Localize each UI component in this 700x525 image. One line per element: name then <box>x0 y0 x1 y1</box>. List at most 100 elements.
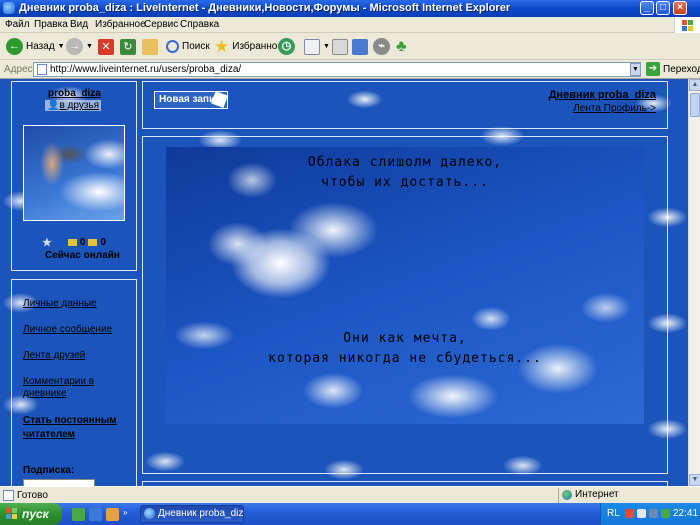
history-icon: ◷ <box>278 38 295 55</box>
forward-dropdown-icon[interactable]: ▼ <box>86 43 93 50</box>
discuss-button[interactable]: ⌁ <box>373 36 390 57</box>
profile-counters: ★ 0 0 <box>42 236 106 249</box>
quicklaunch-messenger-icon[interactable] <box>72 508 85 521</box>
star-icon: ★ <box>42 237 52 249</box>
zone-label: Интернет <box>575 489 619 500</box>
stop-button[interactable]: ✕ <box>98 36 114 57</box>
counter-a: 0 <box>79 237 86 248</box>
language-indicator[interactable]: RL <box>607 508 620 519</box>
link-private-message[interactable]: Личное сообщение <box>23 324 112 335</box>
discuss-icon: ⌁ <box>373 38 390 55</box>
tray-icon-2[interactable] <box>637 509 646 518</box>
poem-line-2: чтобы их достать... <box>321 175 489 190</box>
search-button[interactable]: Поиск <box>166 36 210 57</box>
forward-button[interactable]: → ▼ <box>66 36 93 57</box>
link-subscribe-line2[interactable]: читателем <box>23 429 75 440</box>
address-dropdown-icon[interactable]: ▼ <box>630 63 641 76</box>
taskbar-ie-window[interactable]: Дневник proba_diza ... <box>140 505 244 523</box>
link-friends-feed[interactable]: Лента друзей <box>23 350 85 361</box>
quicklaunch-ie-icon[interactable] <box>89 508 102 521</box>
back-button[interactable]: ← Назад ▼ <box>6 36 65 57</box>
minimize-button[interactable]: _ <box>640 1 654 15</box>
print-icon <box>332 38 348 55</box>
link-subscribe-line1[interactable]: Стать постоянным <box>23 415 117 426</box>
address-input[interactable]: http://www.liveinternet.ru/users/proba_d… <box>33 62 641 77</box>
scroll-thumb[interactable] <box>690 93 700 117</box>
poem-line-4: которая никогда не сбудеться... <box>268 351 542 366</box>
home-button[interactable] <box>142 36 158 57</box>
print-button[interactable] <box>332 36 348 57</box>
status-bar: Готово Интернет <box>0 486 700 503</box>
counter-b: 0 <box>100 237 106 248</box>
window-titlebar[interactable]: Дневник proba_diza : LiveInternet - Днев… <box>0 0 700 17</box>
avatar[interactable] <box>23 125 125 221</box>
favorites-button[interactable]: ★ Избранное <box>214 36 283 57</box>
mail-dropdown-icon[interactable]: ▼ <box>323 43 330 50</box>
quicklaunch-expand-icon[interactable]: » <box>123 508 129 521</box>
globe-icon <box>562 490 572 500</box>
ie-icon <box>3 2 15 14</box>
menu-bar: Файл Правка Вид Избранное Сервис Справка <box>0 17 700 33</box>
address-url: http://www.liveinternet.ru/users/proba_d… <box>50 64 242 75</box>
folder-icon <box>67 239 77 246</box>
menu-favorites[interactable]: Избранное <box>95 19 146 30</box>
refresh-icon: ↻ <box>120 38 136 55</box>
post-image: Облака слишолм далеко, чтобы их достать.… <box>166 147 644 424</box>
tray-icon-1[interactable] <box>625 509 634 518</box>
toolbar: ← Назад ▼ → ▼ ✕ ↻ Поиск ★ Избранное ◷ ▼ … <box>0 33 700 60</box>
close-button[interactable]: × <box>673 1 687 15</box>
windows-flag-icon <box>6 508 18 520</box>
page-status-icon <box>3 490 14 501</box>
home-icon <box>142 38 158 55</box>
menu-file[interactable]: Файл <box>5 19 30 30</box>
link-personal-data[interactable]: Личные данные <box>23 298 97 309</box>
security-zone: Интернет <box>558 488 688 503</box>
diary-title[interactable]: Дневник proba_diza <box>549 89 656 101</box>
edit-button[interactable] <box>352 36 368 57</box>
task-label: Дневник proba_diza ... <box>158 508 244 519</box>
address-label: Адрес: <box>4 64 36 75</box>
window-title: Дневник proba_diza : LiveInternet - Днев… <box>19 2 511 14</box>
username-link[interactable]: proba_diza <box>48 88 101 99</box>
menu-edit[interactable]: Правка <box>34 19 68 30</box>
forward-arrow-icon: → <box>66 38 83 55</box>
new-post-button[interactable]: Новая запись <box>154 91 228 109</box>
address-bar: Адрес: http://www.liveinternet.ru/users/… <box>0 60 700 79</box>
online-status: Сейчас онлайн <box>45 250 120 261</box>
mail-icon <box>304 38 320 55</box>
maximize-button[interactable]: □ <box>656 1 670 15</box>
mail-button[interactable]: ▼ <box>304 36 330 57</box>
star-icon: ★ <box>214 37 230 56</box>
scroll-up-icon[interactable]: ▲ <box>689 79 700 91</box>
vertical-scrollbar[interactable]: ▲ ▼ <box>688 79 700 486</box>
diary-header-links[interactable]: Лента Профиль-> <box>573 103 656 114</box>
go-button[interactable]: ➔ Переход <box>646 62 700 76</box>
subscription-select[interactable] <box>23 479 95 486</box>
menu-view[interactable]: Вид <box>70 19 88 30</box>
history-button[interactable]: ◷ <box>278 36 295 57</box>
menu-help[interactable]: Справка <box>180 19 219 30</box>
stop-icon: ✕ <box>98 38 114 55</box>
back-label: Назад <box>26 41 55 52</box>
add-friend-link[interactable]: 👤в друзья <box>45 100 102 111</box>
scroll-down-icon[interactable]: ▼ <box>689 474 700 486</box>
tray-icon-4[interactable] <box>661 509 670 518</box>
folder-icon <box>88 239 98 246</box>
search-label: Поиск <box>182 41 210 52</box>
messenger-button[interactable]: ♣ <box>396 36 407 57</box>
volume-icon[interactable] <box>649 509 658 518</box>
start-button[interactable]: пуск <box>0 503 62 525</box>
user-icon: 👤 <box>47 100 60 111</box>
poem-line-3: Они как мечта, <box>343 331 467 346</box>
refresh-button[interactable]: ↻ <box>120 36 136 57</box>
quicklaunch-media-icon[interactable] <box>106 508 119 521</box>
link-comments[interactable]: Комментарии в дневнике <box>23 376 123 400</box>
page-icon <box>37 64 47 75</box>
ie-icon <box>144 508 155 519</box>
system-tray: RL 22:41 <box>600 503 700 525</box>
taskbar: пуск » Дневник proba_diza ... RL 22:41 <box>0 503 700 525</box>
back-dropdown-icon[interactable]: ▼ <box>58 43 65 50</box>
menu-tools[interactable]: Сервис <box>144 19 178 30</box>
edit-icon <box>352 38 368 55</box>
page-viewport[interactable]: proba_diza 👤в друзья ★ 0 0 Сейчас онлайн… <box>0 79 688 486</box>
